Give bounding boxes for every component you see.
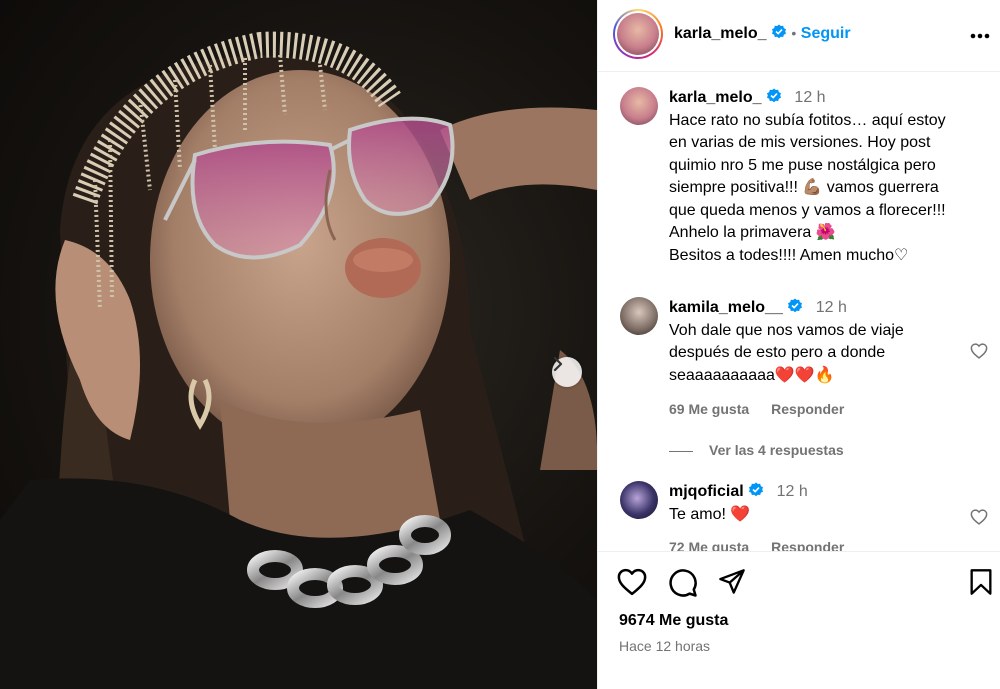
caption-avatar[interactable] <box>620 87 658 125</box>
reply-button[interactable]: Responder <box>771 539 844 551</box>
view-replies-button[interactable]: Ver las 4 respuestas <box>669 442 844 458</box>
caption-line: Hace rato no subía fotitos… aquí estoy <box>669 111 946 129</box>
post-likes-count[interactable]: 9674 Me gusta <box>619 612 728 630</box>
follow-button[interactable]: Seguir <box>801 25 851 42</box>
comment-item: kamila_melo__ 12 h Voh dale que nos vamo… <box>620 297 990 447</box>
caption-line: que queda menos y vamos a florecer!!! <box>669 201 946 219</box>
reply-button[interactable]: Responder <box>771 401 844 417</box>
comment-item: mjqoficial 12 h Te amo! ❤️ 72 Me gusta Re… <box>620 481 990 551</box>
comment-text-line: Te amo! ❤️ <box>669 505 751 523</box>
header-separator: • <box>791 25 797 41</box>
like-comment-heart-icon[interactable] <box>970 343 988 359</box>
caption-line: en varias de mis versiones. Hoy post <box>669 134 931 151</box>
comment-avatar[interactable] <box>620 481 658 519</box>
bookmark-icon[interactable] <box>969 568 993 596</box>
photo-illustration <box>0 31 597 689</box>
comment-text-line: Voh dale que nos vamos de viaje <box>669 321 904 339</box>
verified-badge-icon <box>749 482 764 497</box>
comment-username[interactable]: mjqoficial <box>669 483 744 500</box>
chevron-right-icon <box>553 357 563 371</box>
caption-line: Besitos a todes!!!! Amen mucho♡ <box>669 246 909 264</box>
comment-icon[interactable] <box>668 568 698 598</box>
like-comment-heart-icon[interactable] <box>970 509 988 525</box>
heart-icon[interactable] <box>617 568 647 596</box>
post-timestamp: Hace 12 horas <box>619 638 711 654</box>
author-username[interactable]: karla_melo_ <box>674 25 767 42</box>
comment-text-line: después de esto pero a donde <box>669 344 886 361</box>
caption-line: quimio nro 5 me puse nostálgica pero <box>669 156 936 174</box>
caption: karla_melo_ 12 h Hace rato no subía foti… <box>620 87 990 287</box>
comment-time: 12 h <box>815 299 847 316</box>
comment-avatar[interactable] <box>620 297 658 335</box>
caption-line: Anhelo la primavera 🌺 <box>669 224 836 241</box>
comment-username[interactable]: kamila_melo__ <box>669 299 783 316</box>
more-horizontal-icon[interactable] <box>970 33 990 39</box>
caption-line: siempre positiva!!! 💪🏽 vamos guerrera <box>669 179 939 196</box>
post-side-panel: karla_melo_ • Seguir karla_melo_ 12 h Ha… <box>597 0 1000 689</box>
comment-likes[interactable]: 69 Me gusta <box>669 401 749 417</box>
comment-time: 12 h <box>776 483 808 500</box>
replies-divider <box>669 450 693 452</box>
verified-badge-icon <box>788 298 803 313</box>
author-avatar[interactable] <box>613 9 663 59</box>
verified-badge-icon <box>766 88 781 103</box>
comment-likes[interactable]: 72 Me gusta <box>669 539 749 551</box>
verified-badge-icon <box>771 24 786 39</box>
comments-section[interactable]: karla_melo_ 12 h Hace rato no subía foti… <box>598 73 1000 551</box>
view-replies-label: Ver las 4 respuestas <box>709 442 844 458</box>
next-photo-button[interactable] <box>552 357 582 387</box>
caption-username[interactable]: karla_melo_ <box>669 89 762 106</box>
comment-text-line: seaaaaaaaaaa❤️❤️🔥 <box>669 366 835 384</box>
caption-time: 12 h <box>794 89 826 106</box>
share-icon[interactable] <box>718 568 746 596</box>
post-photo[interactable] <box>0 0 597 689</box>
post-actions: 9674 Me gusta Hace 12 horas <box>598 551 1000 689</box>
post-header: karla_melo_ • Seguir <box>598 0 1000 72</box>
